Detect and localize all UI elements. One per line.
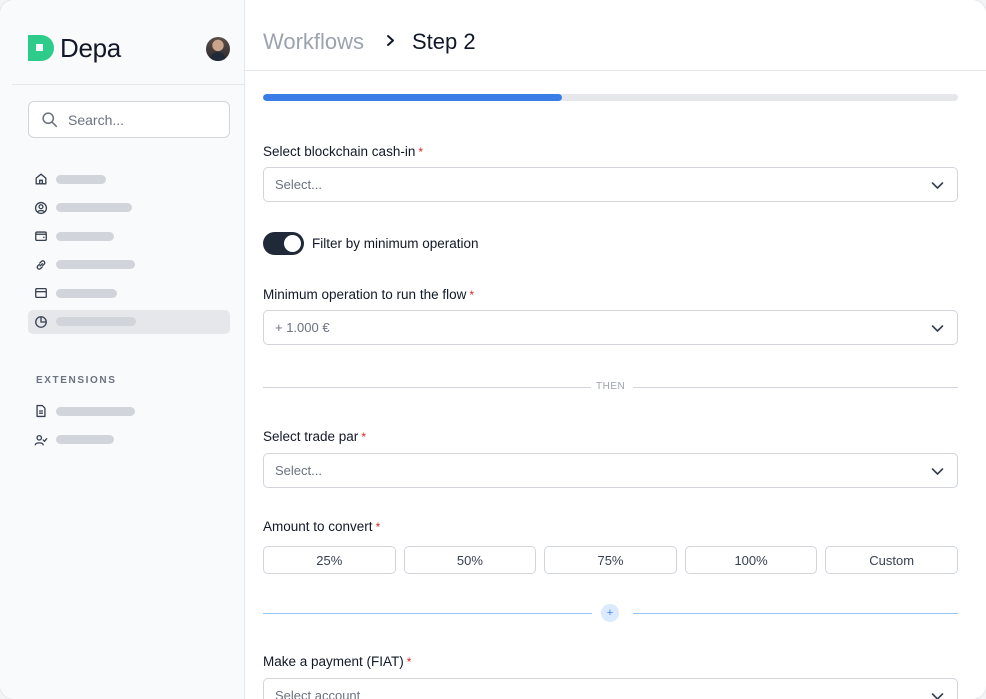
card-icon [35,287,47,299]
cashin-label-text: Select blockchain cash-in [263,144,416,159]
search-input[interactable] [68,111,218,128]
user-check-icon [34,434,48,445]
nav-label-placeholder [56,174,106,184]
trade-pair-select-value: Select... [275,463,322,478]
then-divider-left [263,387,591,388]
main-content: Workflows Step 2 Select blockchain cash-… [245,0,986,699]
min-operation-select[interactable]: + 1.000 € [263,310,958,345]
page-title: Step 2 [412,29,476,54]
main-nav [28,167,230,338]
min-operation-label: Minimum operation to run the flow * [263,287,474,302]
amount-50-button[interactable]: 50% [403,546,537,574]
search-icon [42,112,58,128]
payment-select-value: Select account [275,688,361,699]
sidebar-item-home[interactable] [28,167,230,191]
amount-options: 25% 50% 75% 100% Custom [263,546,958,574]
sidebar-item-profile[interactable] [28,196,230,220]
then-divider-text: THEN [596,381,626,392]
trade-pair-select[interactable]: Select... [263,453,958,488]
breadcrumb-workflows[interactable]: Workflows [263,29,364,55]
nav-label-placeholder [56,260,135,269]
wallet-icon [35,231,47,242]
amount-label: Amount to convert * [263,519,380,534]
amount-25-button[interactable]: 25% [263,546,396,574]
min-operation-value: + 1.000 € [275,320,330,335]
progress-bar [263,94,958,101]
amount-75-button[interactable]: 75% [544,546,677,574]
search-box[interactable] [28,101,230,138]
brand-name: Depa [60,32,121,63]
trade-pair-label: Select trade par * [263,429,366,444]
chevron-down-icon [931,693,944,699]
then-divider-right [633,387,958,388]
nav-label-placeholder [56,288,117,298]
link-icon [36,259,46,270]
sidebar-item-analytics[interactable] [28,309,230,334]
required-mark: * [418,145,424,159]
sidebar-divider [12,84,245,85]
home-icon [35,173,47,185]
chevron-down-icon [931,182,944,189]
nav-label-placeholder [56,231,114,241]
cashin-label: Select blockchain cash-in * [263,144,423,159]
chevron-right-icon [387,35,394,46]
amount-custom-button[interactable]: Custom [825,546,958,574]
filter-toggle[interactable] [263,232,304,255]
payment-account-select[interactable]: Select account [263,678,958,699]
toggle-knob [284,235,301,252]
topbar: Workflows Step 2 [245,0,986,71]
nav-label-placeholder [56,406,135,416]
document-icon [36,404,46,418]
amount-label-text: Amount to convert [263,519,373,534]
trade-pair-label-text: Select trade par [263,429,359,444]
sidebar-item-cards[interactable] [28,281,230,305]
chevron-down-icon [931,468,944,475]
nav-label-placeholder [56,317,136,326]
sidebar-item-users[interactable] [28,428,230,452]
depa-logo-icon [28,35,54,61]
user-circle-icon [34,201,48,214]
extensions-heading: EXTENSIONS [36,375,117,386]
cashin-select[interactable]: Select... [263,167,958,202]
filter-toggle-label: Filter by minimum operation [312,236,479,251]
extensions-nav [28,399,230,456]
amount-100-button[interactable]: 100% [684,546,818,574]
app-window: Depa Search... EXTENSIONS Workflows Step… [0,0,986,699]
sidebar-item-links[interactable] [28,253,230,277]
pie-chart-icon [35,315,47,328]
required-mark: * [375,520,381,534]
brand[interactable]: Depa [28,33,121,63]
nav-label-placeholder [56,435,114,444]
sidebar: Depa Search... EXTENSIONS [0,0,245,699]
add-step-button[interactable]: + [601,604,619,622]
required-mark: * [361,430,366,444]
payment-label-text: Make a payment (FIAT) [263,654,404,669]
avatar[interactable] [206,37,230,61]
sidebar-item-wallet[interactable] [28,224,230,248]
chevron-down-icon [931,325,944,332]
required-mark: * [406,655,412,669]
payment-label: Make a payment (FIAT) * [263,654,411,669]
progress-fill [263,94,562,101]
sidebar-item-documents[interactable] [28,399,230,423]
min-operation-label-text: Minimum operation to run the flow [263,287,467,302]
nav-label-placeholder [56,203,132,212]
cashin-select-value: Select... [275,177,322,192]
add-step-line-left [263,613,592,614]
required-mark: * [469,288,475,302]
add-step-line-right [633,613,958,614]
